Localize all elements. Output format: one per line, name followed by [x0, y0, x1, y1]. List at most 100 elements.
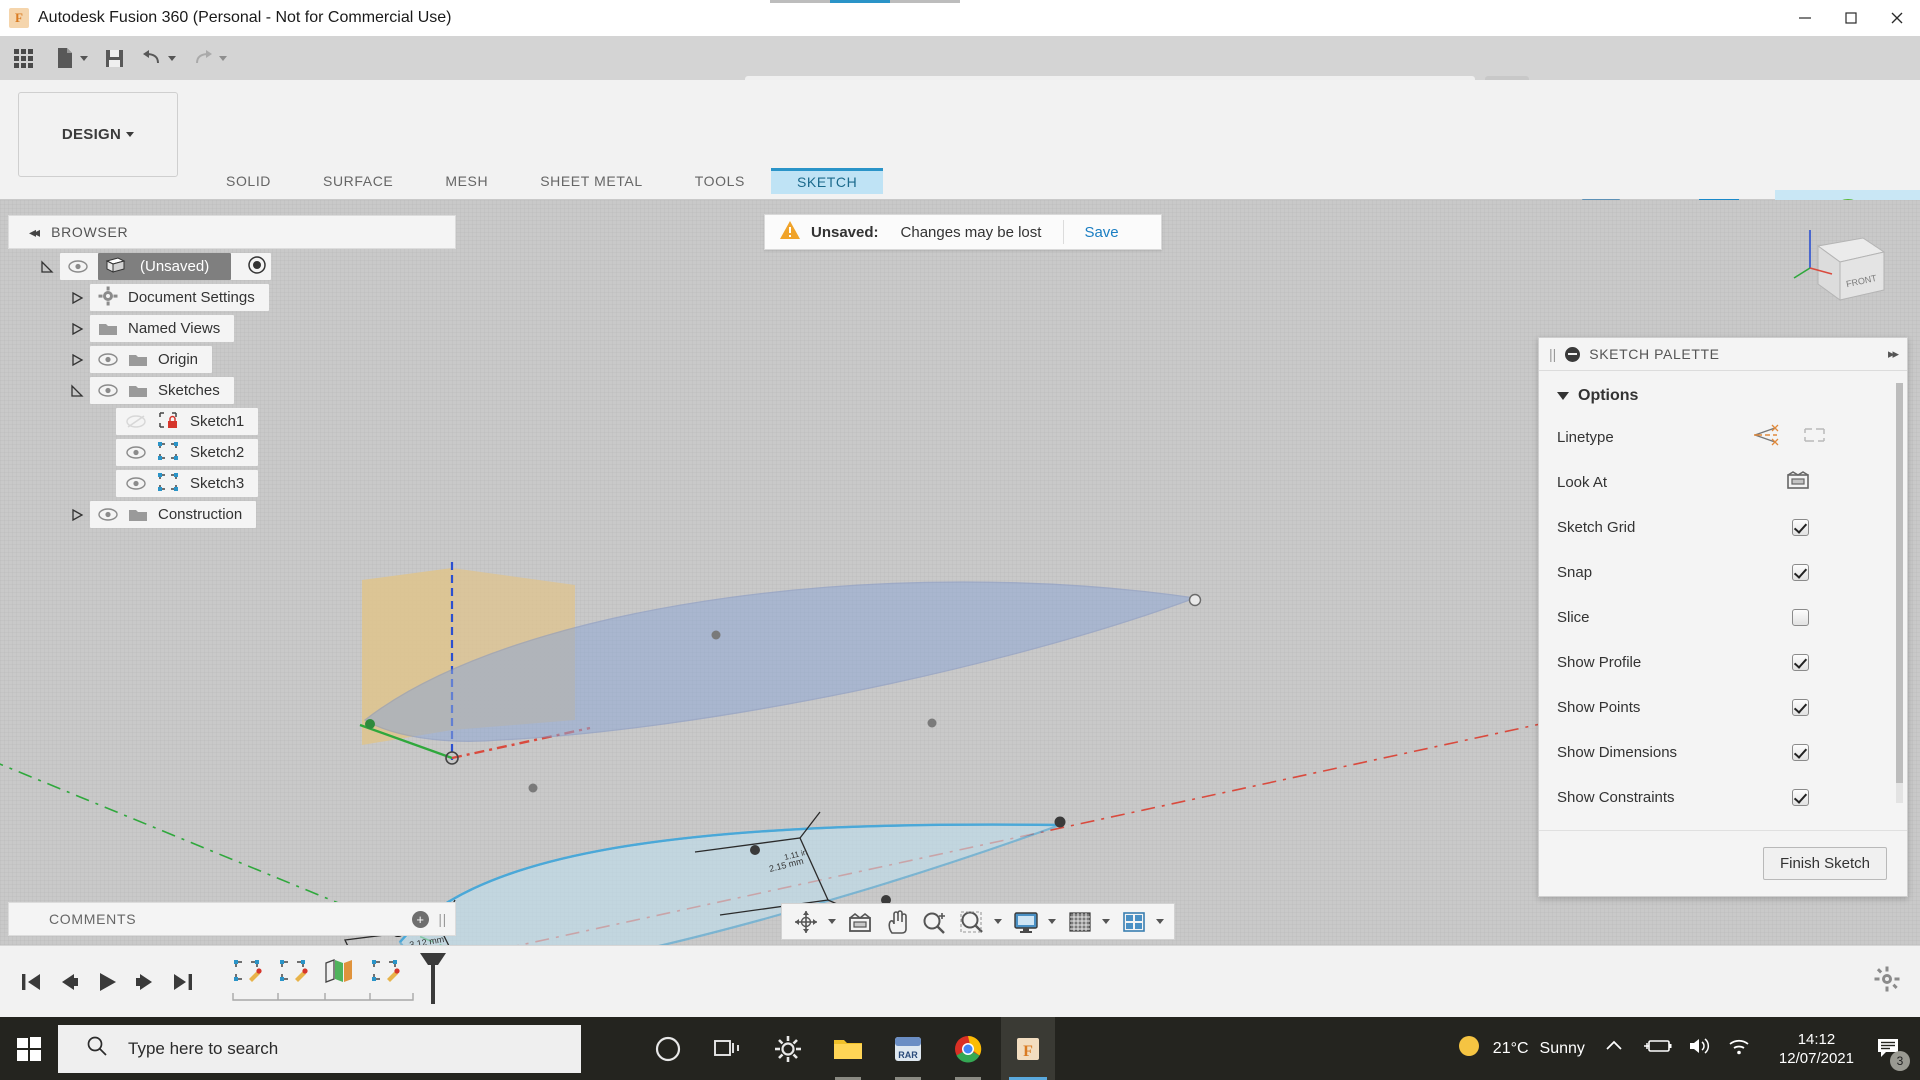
twist-expanded-icon[interactable] — [34, 259, 60, 274]
collapse-left-icon[interactable]: ◂◂ — [29, 224, 40, 241]
visibility-eye-icon[interactable] — [68, 259, 88, 274]
twist-collapsed-icon[interactable] — [64, 353, 90, 367]
comments-grip-icon[interactable]: || — [438, 911, 447, 927]
plane-feature-icon[interactable] — [318, 951, 360, 991]
tab-tools[interactable]: TOOLS — [669, 168, 771, 194]
search-input[interactable]: Type here to search — [58, 1024, 581, 1073]
centerline-icon[interactable] — [1753, 423, 1783, 452]
play-icon[interactable] — [88, 962, 126, 1002]
twist-collapsed-icon[interactable] — [64, 291, 90, 305]
grid-dropdown-icon[interactable] — [1102, 919, 1110, 924]
windows-start-icon[interactable] — [0, 1017, 58, 1080]
go-to-beginning-icon[interactable] — [12, 962, 50, 1002]
show-constraints-checkbox[interactable] — [1792, 789, 1809, 806]
weather-widget[interactable]: 21°C Sunny — [1456, 1033, 1585, 1064]
add-comment-icon[interactable]: + — [412, 910, 429, 928]
tree-item-sketch3[interactable]: Sketch3 — [8, 468, 456, 499]
save-icon[interactable] — [96, 36, 133, 80]
tree-item-construction[interactable]: Construction — [8, 499, 456, 530]
tab-surface[interactable]: SURFACE — [297, 168, 419, 194]
banner-save-link[interactable]: Save — [1084, 224, 1118, 241]
new-file-icon[interactable] — [47, 36, 96, 80]
chrome-icon[interactable] — [941, 1017, 995, 1080]
show-points-checkbox[interactable] — [1792, 699, 1809, 716]
cortana-icon[interactable] — [641, 1017, 695, 1080]
battery-icon[interactable] — [1643, 1037, 1673, 1060]
tree-item-sketches[interactable]: Sketches — [8, 375, 456, 406]
activate-component-radio[interactable] — [247, 255, 267, 279]
visibility-eye-icon[interactable] — [126, 476, 146, 491]
step-forward-icon[interactable] — [126, 962, 164, 1002]
show-hidden-icons-icon[interactable] — [1599, 1039, 1629, 1058]
look-at-icon[interactable] — [842, 906, 878, 937]
zoom-icon[interactable] — [916, 906, 952, 937]
redo-icon[interactable] — [184, 36, 235, 80]
timeline-marker[interactable] — [416, 951, 450, 1012]
expand-right-icon[interactable]: ▸▸ — [1888, 346, 1899, 362]
show-dimensions-checkbox[interactable] — [1792, 744, 1809, 761]
minimize-panel-icon[interactable] — [1565, 346, 1581, 362]
options-section-header[interactable]: Options — [1539, 381, 1907, 415]
sketch1-feature-icon[interactable] — [226, 951, 268, 991]
go-to-end-icon[interactable] — [164, 962, 202, 1002]
finish-sketch-button[interactable]: Finish Sketch — [1762, 847, 1887, 880]
display-settings-icon[interactable] — [1008, 906, 1044, 937]
tab-sheet-metal[interactable]: SHEET METAL — [514, 168, 669, 194]
slice-checkbox[interactable] — [1792, 609, 1809, 626]
timeline-settings-icon[interactable] — [1874, 966, 1900, 997]
orbit-icon[interactable] — [788, 906, 824, 937]
tab-solid[interactable]: SOLID — [200, 168, 297, 194]
grid-snap-icon[interactable] — [1062, 906, 1098, 937]
palette-grip-icon[interactable]: || — [1549, 346, 1556, 362]
sketch2-feature-icon[interactable] — [272, 951, 314, 991]
orbit-dropdown-icon[interactable] — [828, 919, 836, 924]
winrar-icon[interactable]: RAR — [881, 1017, 935, 1080]
snap-checkbox[interactable] — [1792, 564, 1809, 581]
tree-item-document-settings[interactable]: Document Settings — [8, 282, 456, 313]
action-center-icon[interactable]: 3 — [1868, 1029, 1910, 1071]
comments-bar[interactable]: COMMENTS + || — [8, 902, 456, 936]
pan-icon[interactable] — [880, 906, 914, 937]
file-explorer-icon[interactable] — [821, 1017, 875, 1080]
construction-icon[interactable] — [1801, 423, 1831, 452]
network-icon[interactable] — [1727, 1036, 1751, 1061]
display-dropdown-icon[interactable] — [1048, 919, 1056, 924]
viewports-icon[interactable] — [1116, 906, 1152, 937]
tree-item-unsaved[interactable]: (Unsaved) — [8, 251, 456, 282]
visibility-eye-icon[interactable] — [98, 383, 118, 398]
twist-expanded-icon[interactable] — [64, 383, 90, 398]
fusion360-icon[interactable]: F — [1001, 1017, 1055, 1080]
app-grid-icon[interactable] — [0, 36, 47, 80]
close-icon[interactable] — [1874, 0, 1920, 36]
view-cube[interactable]: FRONT — [1788, 216, 1898, 316]
visibility-eye-icon[interactable] — [98, 507, 118, 522]
tree-item-sketch2[interactable]: Sketch2 — [8, 437, 456, 468]
step-back-icon[interactable] — [50, 962, 88, 1002]
maximize-icon[interactable] — [1828, 0, 1874, 36]
tree-item-origin[interactable]: Origin — [8, 344, 456, 375]
palette-scrollbar[interactable] — [1896, 383, 1903, 803]
tab-sketch[interactable]: SKETCH — [770, 168, 884, 194]
visibility-eye-icon[interactable] — [126, 445, 146, 460]
sketch-grid-checkbox[interactable] — [1792, 519, 1809, 536]
twist-collapsed-icon[interactable] — [64, 322, 90, 336]
volume-icon[interactable] — [1687, 1036, 1713, 1061]
undo-icon[interactable] — [133, 36, 184, 80]
taskbar-clock[interactable]: 14:12 12/07/2021 — [1779, 1030, 1854, 1068]
look-at-icon[interactable] — [1785, 469, 1811, 496]
twist-collapsed-icon[interactable] — [64, 508, 90, 522]
visibility-hidden-eye-icon[interactable] — [126, 414, 146, 429]
settings-gear-icon[interactable] — [761, 1017, 815, 1080]
zoom-window-icon[interactable] — [954, 906, 990, 937]
tree-item-named-views[interactable]: Named Views — [8, 313, 456, 344]
visibility-eye-icon[interactable] — [98, 352, 118, 367]
workspace-selector[interactable]: DESIGN — [18, 92, 178, 177]
zoom-dropdown-icon[interactable] — [994, 919, 1002, 924]
viewports-dropdown-icon[interactable] — [1156, 919, 1164, 924]
show-profile-checkbox[interactable] — [1792, 654, 1809, 671]
tree-item-sketch1[interactable]: Sketch1 — [8, 406, 456, 437]
sketch3-feature-icon[interactable] — [364, 951, 406, 991]
task-view-icon[interactable] — [701, 1017, 755, 1080]
tab-mesh[interactable]: MESH — [419, 168, 514, 194]
minimize-icon[interactable] — [1782, 0, 1828, 36]
